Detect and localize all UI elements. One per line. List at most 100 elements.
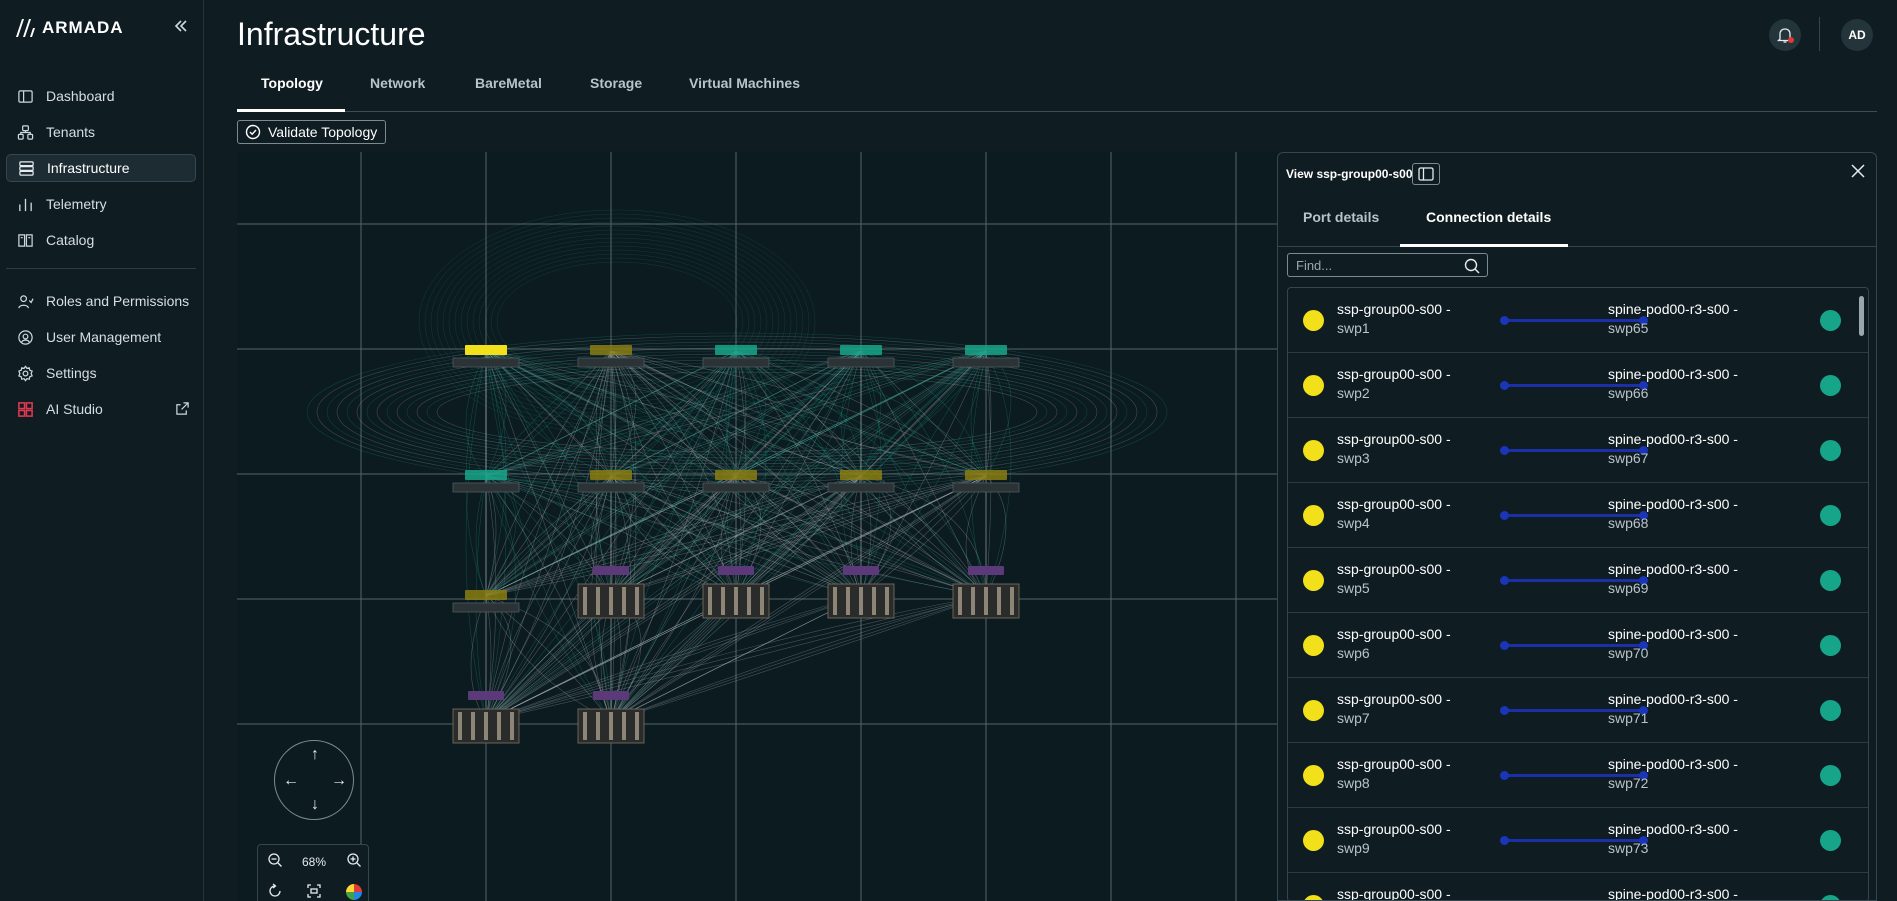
sidebar-item-telemetry[interactable]: Telemetry [6,190,196,218]
user-management-icon [16,328,34,346]
scrollbar[interactable] [1859,296,1864,336]
source-device: ssp-group00-s00 - [1337,366,1451,382]
notifications-button[interactable] [1769,19,1801,51]
tab-network[interactable]: Network [370,75,425,91]
source-status-dot [1303,310,1324,331]
find-input[interactable] [1287,253,1488,277]
tab-baremetal[interactable]: BareMetal [475,75,542,91]
connection-panel: View ssp-group00-s00 Port details Connec… [1277,152,1877,901]
topology-canvas[interactable]: ↑ ← → ↓ 68% [237,152,1278,901]
destination-device: spine-pod00-r3-s00 - [1608,431,1738,447]
source-status-dot [1303,700,1324,721]
source-port: swp5 [1337,580,1370,596]
roles-icon [16,292,34,310]
sidebar-item-roles[interactable]: Roles and Permissions [6,287,196,315]
connection-row[interactable]: ssp-group00-s00 - swp9 spine-pod00-r3-s00 … [1288,808,1868,873]
tab-virtual-machines[interactable]: Virtual Machines [689,75,800,91]
panel-title: View ssp-group00-s00 [1286,167,1413,181]
main-tabs: Topology Network BareMetal Storage Virtu… [237,70,1877,112]
ai-studio-icon [16,400,34,418]
source-status-dot [1303,375,1324,396]
sidebar-nav: Dashboard Tenants Infrastructure Telemet… [6,82,196,431]
destination-port: swp70 [1608,645,1649,661]
pan-control: ↑ ← → ↓ [274,740,354,820]
brand-name: ARMADA [42,18,124,37]
notification-badge [1788,37,1794,43]
reset-view-button[interactable] [265,883,285,901]
sidebar-item-settings[interactable]: Settings [6,359,196,387]
source-device: ssp-group00-s00 - [1337,821,1451,837]
sidebar-item-label: Infrastructure [47,160,130,176]
logo[interactable]: ARMADA [14,18,124,38]
collapse-sidebar-button[interactable] [170,18,192,40]
zoom-in-button[interactable] [344,852,364,872]
topology-link [442,225,792,419]
toggle-panel-button[interactable] [1412,163,1440,185]
connection-row[interactable]: ssp-group00-s00 - swp7 spine-pod00-r3-s00 … [1288,678,1868,743]
topology-edges [306,209,1168,722]
destination-status-dot [1820,375,1841,396]
source-port: swp1 [1337,320,1370,336]
destination-status-dot [1820,570,1841,591]
zoom-out-button[interactable] [265,852,285,872]
destination-device: spine-pod00-r3-s00 - [1608,496,1738,512]
sidebar-panel-icon [1418,167,1434,181]
sidebar-item-tenants[interactable]: Tenants [6,118,196,146]
color-legend-button[interactable] [344,883,364,901]
sidebar-item-user-management[interactable]: User Management [6,323,196,351]
tab-connection-details[interactable]: Connection details [1426,209,1551,225]
destination-port: swp73 [1608,840,1649,856]
sidebar-item-catalog[interactable]: Catalog [6,226,196,254]
sidebar-item-label: Roles and Permissions [46,293,190,309]
close-panel-button[interactable] [1848,163,1868,183]
connection-row[interactable]: ssp-group00-s00 - swp3 spine-pod00-r3-s00 … [1288,418,1868,483]
connection-row[interactable]: ssp-group00-s00 - swp2 spine-pod00-r3-s00 … [1288,353,1868,418]
refresh-icon [269,883,281,897]
connection-row[interactable]: ssp-group00-s00 - swp8 spine-pod00-r3-s00 … [1288,743,1868,808]
destination-device: spine-pod00-r3-s00 - [1608,561,1738,577]
source-device: ssp-group00-s00 - [1337,756,1451,772]
source-device: ssp-group00-s00 - [1337,431,1451,447]
destination-device: spine-pod00-r3-s00 - [1608,691,1738,707]
source-status-dot [1303,830,1324,851]
zoom-out-icon [268,853,282,867]
connection-row[interactable]: ssp-group00-s00 - spine-pod00-r3-s00 - [1288,873,1868,900]
sidebar-item-label: Catalog [46,232,95,248]
source-status-dot [1303,895,1324,900]
tab-storage[interactable]: Storage [590,75,642,91]
pan-left-icon[interactable]: ← [281,771,301,791]
destination-port: swp68 [1608,515,1649,531]
sidebar-item-ai-studio[interactable]: AI Studio [6,395,196,423]
fit-view-button[interactable] [304,883,324,901]
sidebar-item-infrastructure[interactable]: Infrastructure [6,154,196,182]
topology-link [475,475,487,597]
topology-link [470,595,487,722]
validate-topology-button[interactable]: Validate Topology [237,120,387,144]
sidebar-item-label: AI Studio [46,401,103,417]
source-port: swp2 [1337,385,1370,401]
topology-graph[interactable] [237,152,1278,901]
tab-port-details[interactable]: Port details [1303,209,1379,225]
double-chevron-left-icon [174,20,187,32]
pan-right-icon[interactable]: → [329,771,349,791]
pan-down-icon[interactable]: ↓ [305,795,325,815]
destination-status-dot [1820,310,1841,331]
source-port: swp3 [1337,450,1370,466]
connection-row[interactable]: ssp-group00-s00 - swp6 spine-pod00-r3-s00 … [1288,613,1868,678]
sidebar-item-dashboard[interactable]: Dashboard [6,82,196,110]
dashboard-icon [16,87,34,105]
topology-node[interactable] [952,566,1020,619]
topology-link [610,350,617,722]
connection-row[interactable]: ssp-group00-s00 - swp5 spine-pod00-r3-s00 … [1288,548,1868,613]
tab-topology[interactable]: Topology [261,75,323,91]
destination-status-dot [1820,830,1841,851]
source-device: ssp-group00-s00 - [1337,691,1451,707]
zoom-in-icon [347,853,361,867]
topology-link [485,595,492,722]
connection-row[interactable]: ssp-group00-s00 - swp1 spine-pod00-r3-s00 … [1288,288,1868,353]
pan-up-icon[interactable]: ↑ [305,745,325,765]
connection-row[interactable]: ssp-group00-s00 - swp4 spine-pod00-r3-s00 … [1288,483,1868,548]
source-device: ssp-group00-s00 - [1337,561,1451,577]
telemetry-icon [16,195,34,213]
avatar[interactable]: AD [1841,19,1873,51]
